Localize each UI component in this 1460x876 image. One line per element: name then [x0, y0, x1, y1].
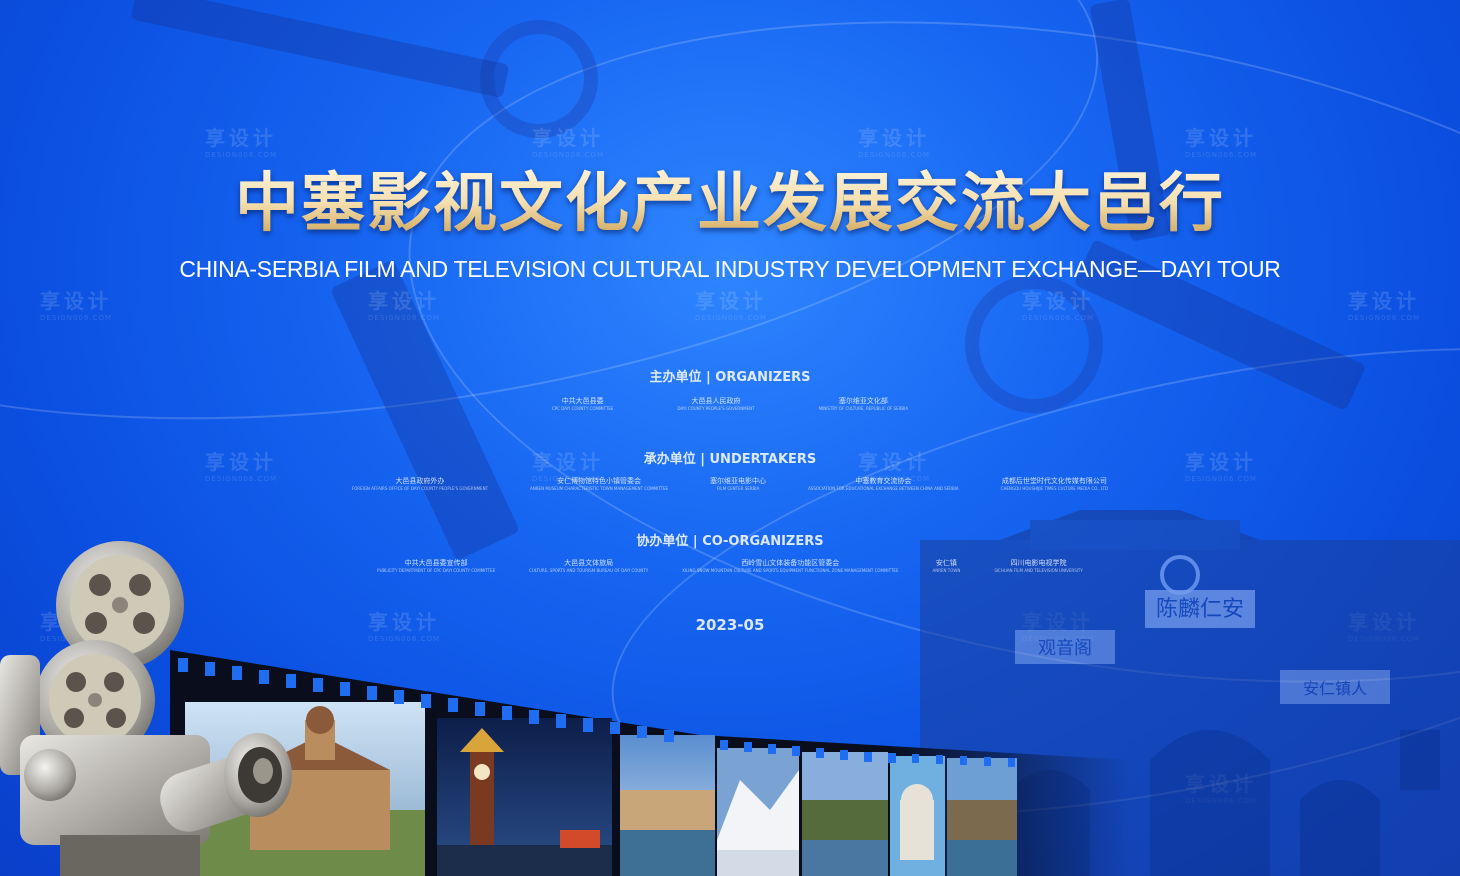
watermark: 享设计DESIGN006.COM	[368, 289, 441, 322]
main-title-english: CHINA-SERBIA FILM AND TELEVISION CULTURA…	[179, 256, 1281, 282]
undertaker-item: 安仁博物馆特色小镇管委会 ANREN MUSEUM CHARACTERISTIC …	[530, 477, 669, 491]
organizers-heading: 主办单位 | ORGANIZERS	[649, 370, 811, 385]
organizer-item: 塞尔维亚文化部 MINISTRY OF CULTURE, REPUBLIC OF …	[818, 397, 909, 411]
co-organizer-item: 大邑县文体旅局 CULTURE, SPORTS AND TOURISM BUREA…	[529, 559, 649, 573]
photo-frame-town	[802, 752, 888, 876]
film-projector	[0, 541, 292, 876]
photo-frame-harbour	[620, 735, 715, 876]
co-organizer-item: 中共大邑县委宣传部 PUBLICITY DEPARTMENT OF CPC DAY…	[377, 559, 496, 573]
undertakers-heading: 承办单位 | UNDERTAKERS	[643, 452, 817, 467]
undertaker-item: 大邑县政府外办 FOREIGN AFFAIRS OFFICE OF DAYI CO…	[351, 477, 489, 491]
building-sign-right: 安仁镇人	[1303, 679, 1367, 698]
co-organizer-item: 西岭雪山文体装备功能区管委会 XILING SNOW MOUNTAIN CULTU…	[682, 559, 899, 573]
undertaker-item: 中塞教育交流协会 ASSOCIATION FOR EDUCATIONAL EXCH…	[808, 477, 959, 491]
co-organizer-item: 安仁镇 ANREN TOWN	[932, 559, 961, 573]
photo-frame-snow-mountain	[717, 748, 799, 876]
organizers-list: 中共大邑县委 CPC DAYI COUNTY COMMITTEE 大邑县人民政府 D…	[0, 396, 1460, 411]
photo-frame-riverside	[947, 758, 1017, 876]
photo-frame-bell-tower	[437, 718, 612, 876]
main-title-chinese: 中塞影视文化产业发展交流大邑行	[0, 152, 1460, 244]
watermark: 享设计DESIGN006.COM	[40, 289, 113, 322]
organizer-item: 中共大邑县委 CPC DAYI COUNTY COMMITTEE	[551, 397, 614, 411]
watermark: 享设计DESIGN006.COM	[695, 289, 768, 322]
photo-frame-dome-building	[890, 756, 945, 876]
co-organizer-item: 四川电影电视学院 SICHUAN FILM AND TELEVISION UNIV…	[994, 559, 1083, 573]
organizer-item: 大邑县人民政府 DAYI COUNTY PEOPLE'S GOVERNMENT	[677, 397, 755, 411]
undertaker-item: 成都后世堂时代文化传媒有限公司 CHENGDU HOUSHIJIE TIMES C…	[1000, 477, 1109, 491]
undertakers-list: 大邑县政府外办 FOREIGN AFFAIRS OFFICE OF DAYI CO…	[0, 476, 1460, 491]
watermark: 享设计DESIGN006.COM	[1348, 289, 1421, 322]
undertaker-item: 塞尔维亚电影中心 FILM CENTER SERBIA	[710, 477, 767, 491]
watermark: 享设计DESIGN006.COM	[1022, 289, 1095, 322]
poster-canvas: 享设计DESIGN006.COM 享设计DESIGN006.COM 享设计DES…	[0, 0, 1460, 876]
